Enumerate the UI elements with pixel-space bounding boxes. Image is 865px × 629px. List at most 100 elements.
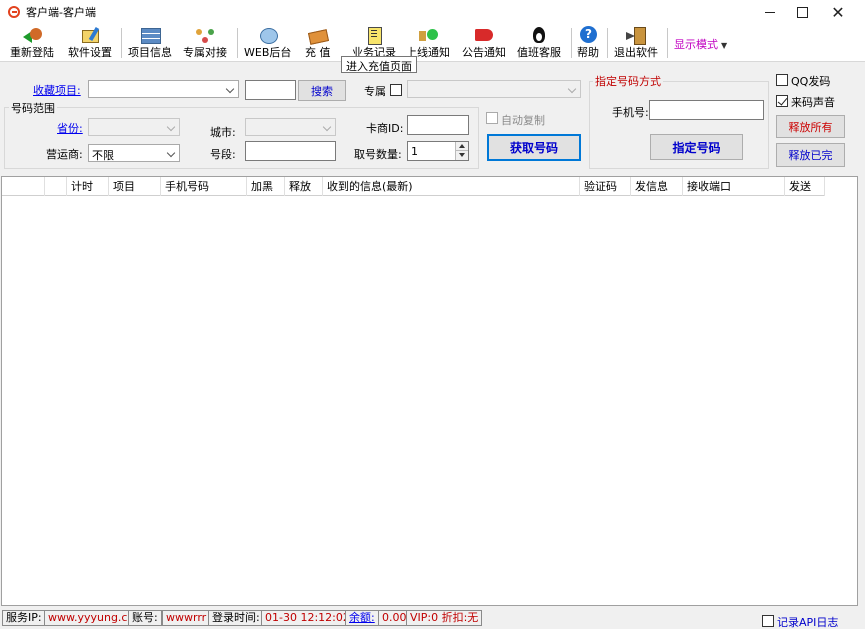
recharge-icon [307, 26, 329, 43]
city-label: 城市: [210, 126, 236, 139]
balance-link[interactable]: 余额: [345, 610, 379, 626]
toolbar-separator [121, 28, 122, 58]
exclusive-connect-icon [194, 26, 216, 43]
column-header-send[interactable]: 发送 [785, 177, 825, 196]
project-info-button[interactable]: 项目信息 [128, 26, 172, 60]
search-input[interactable] [245, 80, 296, 100]
exclusive-label: 专属 [364, 85, 386, 98]
online-notify-icon [417, 26, 439, 43]
assign-number-title: 指定号码方式 [593, 73, 663, 89]
business-records-button[interactable]: 业务记录 [352, 26, 396, 60]
number-range-title: 号码范围 [9, 100, 57, 116]
announcement-button[interactable]: 公告通知 [462, 26, 506, 60]
operator-select[interactable]: 不限 [88, 144, 180, 162]
stepper-down-icon[interactable] [455, 151, 468, 160]
status-bar: 服务IP: www.yyyung.cn 账号: wwwrrr 登录时间: 01-… [0, 607, 865, 629]
segment-label: 号段: [210, 148, 236, 161]
project-list-icon [139, 26, 161, 44]
province-link[interactable]: 省份: [57, 120, 83, 136]
get-number-button[interactable]: 获取号码 [487, 134, 581, 161]
online-notify-button[interactable]: 上线通知 [406, 26, 450, 60]
sound-checkbox[interactable] [776, 95, 788, 107]
quantity-label: 取号数量: [354, 148, 402, 161]
chevron-down-icon [225, 84, 235, 94]
phone-label: 手机号: [612, 106, 649, 119]
qq-send-checkbox[interactable] [776, 74, 788, 86]
release-done-button[interactable]: 释放已完 [776, 143, 845, 167]
assign-number-button[interactable]: 指定号码 [650, 134, 743, 160]
table-header: 计时 项目 手机号码 加黑 释放 收到的信息(最新) 验证码 发信息 接收端口 … [2, 177, 825, 196]
login-time-label: 登录时间: [208, 610, 264, 626]
qq-send-label: QQ发码 [791, 75, 831, 88]
toolbar-separator [237, 28, 238, 58]
column-header-code[interactable]: 验证码 [580, 177, 631, 196]
column-header-send-message[interactable]: 发信息 [631, 177, 683, 196]
title-bar: 客户端-客户端 ✕ [0, 0, 865, 24]
column-header-timer[interactable]: 计时 [67, 177, 109, 196]
recharge-button[interactable]: 充 值 [305, 26, 331, 60]
city-select[interactable] [245, 118, 336, 136]
column-header[interactable] [45, 177, 67, 196]
chevron-down-icon [166, 148, 176, 158]
release-all-button[interactable]: 释放所有 [776, 115, 845, 138]
api-log-checkbox[interactable] [762, 615, 774, 627]
relogin-button[interactable]: 重新登陆 [10, 26, 54, 60]
chevron-down-icon [567, 84, 577, 94]
chevron-down-icon [166, 122, 176, 132]
toolbar: 重新登陆 软件设置 项目信息 专属对接 WEB后台 充 值 业务记录 上线通知 … [0, 24, 865, 62]
column-header[interactable] [2, 177, 45, 196]
province-select[interactable] [88, 118, 180, 136]
column-header-phone[interactable]: 手机号码 [161, 177, 247, 196]
exit-icon [625, 26, 647, 45]
help-icon [577, 26, 599, 43]
quantity-stepper[interactable]: 1 [407, 141, 469, 161]
segment-input[interactable] [245, 141, 336, 161]
toolbar-separator [607, 28, 608, 58]
favorite-project-link[interactable]: 收藏项目: [33, 82, 81, 98]
exclusive-select[interactable] [407, 80, 581, 98]
announcement-icon [473, 26, 495, 43]
auto-copy-checkbox[interactable] [486, 112, 498, 124]
relogin-icon [21, 26, 43, 43]
vip-discount-value: VIP:0 折扣:无 [406, 610, 483, 626]
server-ip-value: www.yyyung.cn [44, 610, 139, 626]
operator-label: 营运商: [46, 148, 83, 161]
column-header-receive-port[interactable]: 接收端口 [683, 177, 785, 196]
column-header-release[interactable]: 释放 [285, 177, 323, 196]
display-mode-dropdown[interactable]: 显示模式 ▼ [674, 36, 727, 52]
help-button[interactable]: 帮助 [577, 26, 599, 60]
favorite-project-select[interactable] [88, 80, 239, 98]
exclusive-connect-button[interactable]: 专属对接 [183, 26, 227, 60]
close-button[interactable]: ✕ [820, 0, 856, 24]
sound-label: 来码声音 [791, 96, 835, 109]
exclusive-checkbox[interactable] [390, 84, 402, 96]
chevron-down-icon [322, 122, 332, 132]
web-globe-icon [257, 26, 279, 44]
dropdown-caret-icon: ▼ [721, 41, 728, 50]
column-header-project[interactable]: 项目 [109, 177, 161, 196]
auto-copy-label: 自动复制 [501, 114, 545, 127]
search-button[interactable]: 搜索 [298, 80, 346, 101]
login-time-value: 01-30 12:12:02 [261, 610, 354, 626]
settings-icon [79, 26, 101, 43]
server-ip-label: 服务IP: [2, 610, 46, 626]
duty-service-button[interactable]: 值班客服 [517, 26, 561, 60]
maximize-button[interactable] [784, 0, 820, 24]
exit-software-button[interactable]: 退出软件 [614, 26, 658, 60]
api-log-label: 记录API日志 [777, 616, 839, 629]
toolbar-separator [667, 28, 668, 58]
phone-input[interactable] [649, 100, 764, 120]
minimize-button[interactable] [752, 0, 788, 24]
column-header-message[interactable]: 收到的信息(最新) [323, 177, 580, 196]
toolbar-separator [571, 28, 572, 58]
web-admin-button[interactable]: WEB后台 [244, 26, 291, 60]
stepper-up-icon[interactable] [455, 142, 468, 151]
query-panel: 收藏项目: 搜索 专属 号码范围 省份: 城市: 卡商ID: 自动复制 营运商:… [0, 62, 865, 176]
software-settings-button[interactable]: 软件设置 [68, 26, 112, 60]
account-label: 账号: [128, 610, 162, 626]
card-id-input[interactable] [407, 115, 469, 135]
column-header-blacklist[interactable]: 加黑 [247, 177, 285, 196]
card-id-label: 卡商ID: [366, 122, 404, 135]
service-penguin-icon [528, 26, 550, 43]
result-table[interactable]: 计时 项目 手机号码 加黑 释放 收到的信息(最新) 验证码 发信息 接收端口 … [1, 176, 858, 606]
